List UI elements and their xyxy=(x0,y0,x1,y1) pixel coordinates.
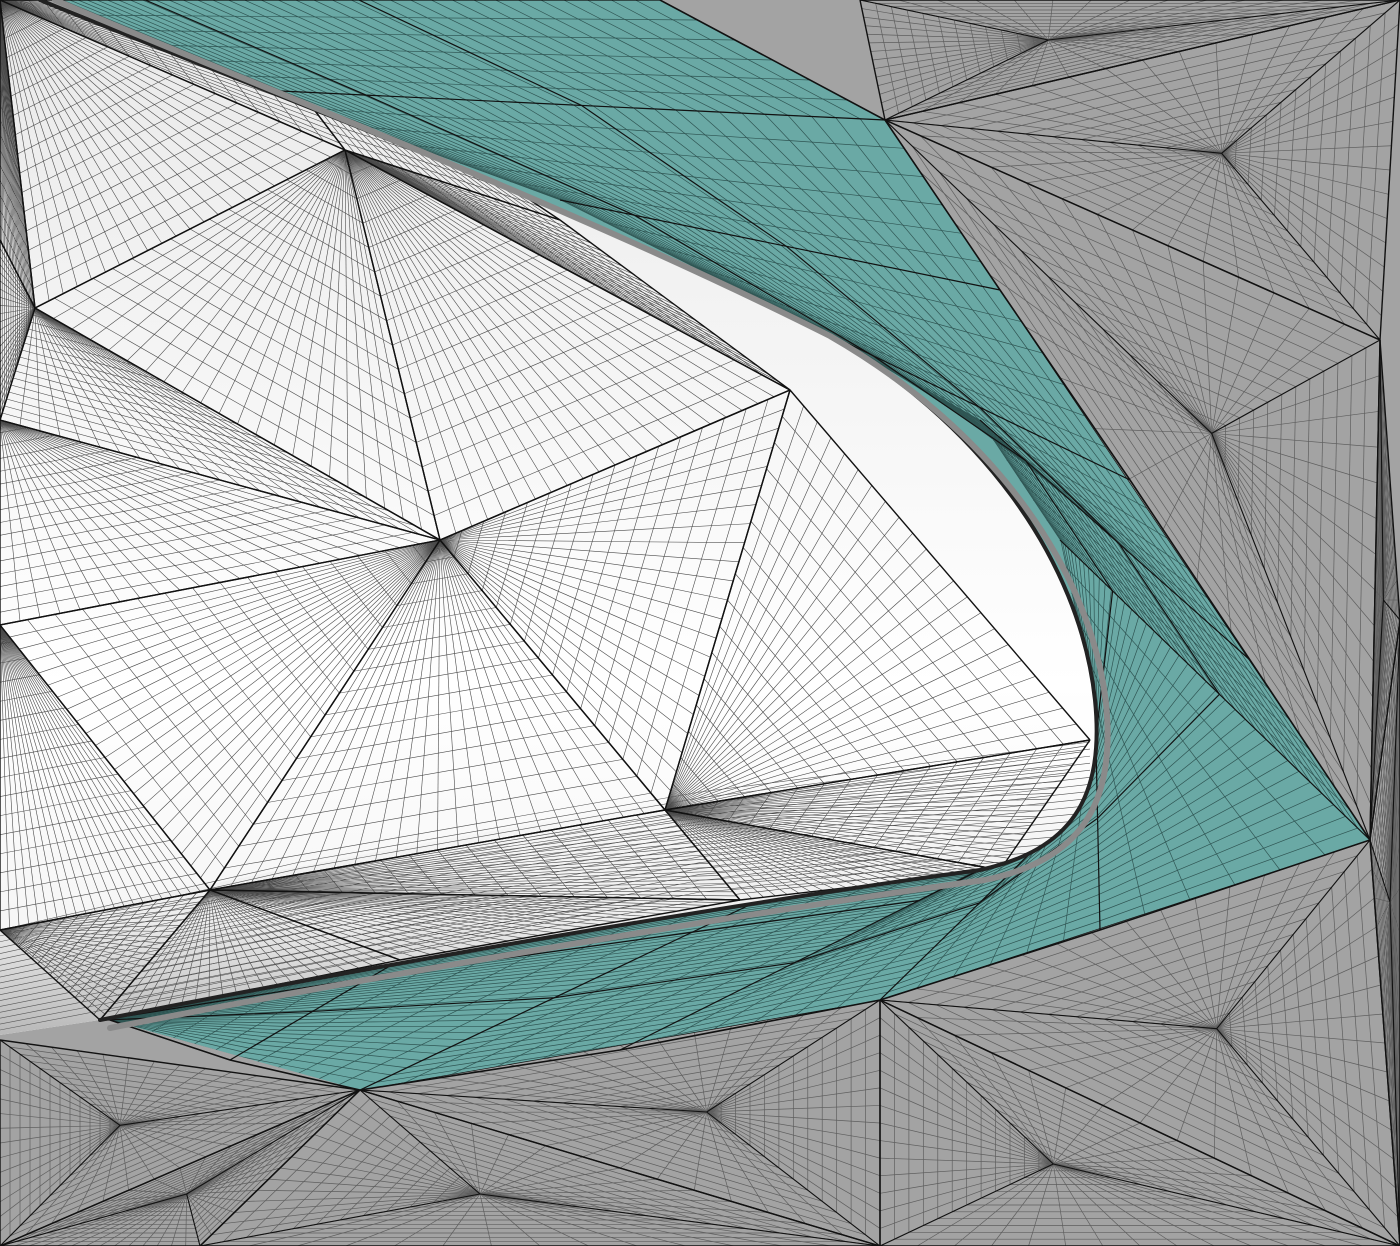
mesh-viewport[interactable] xyxy=(0,0,1400,1246)
mesh-canvas[interactable] xyxy=(0,0,1400,1246)
